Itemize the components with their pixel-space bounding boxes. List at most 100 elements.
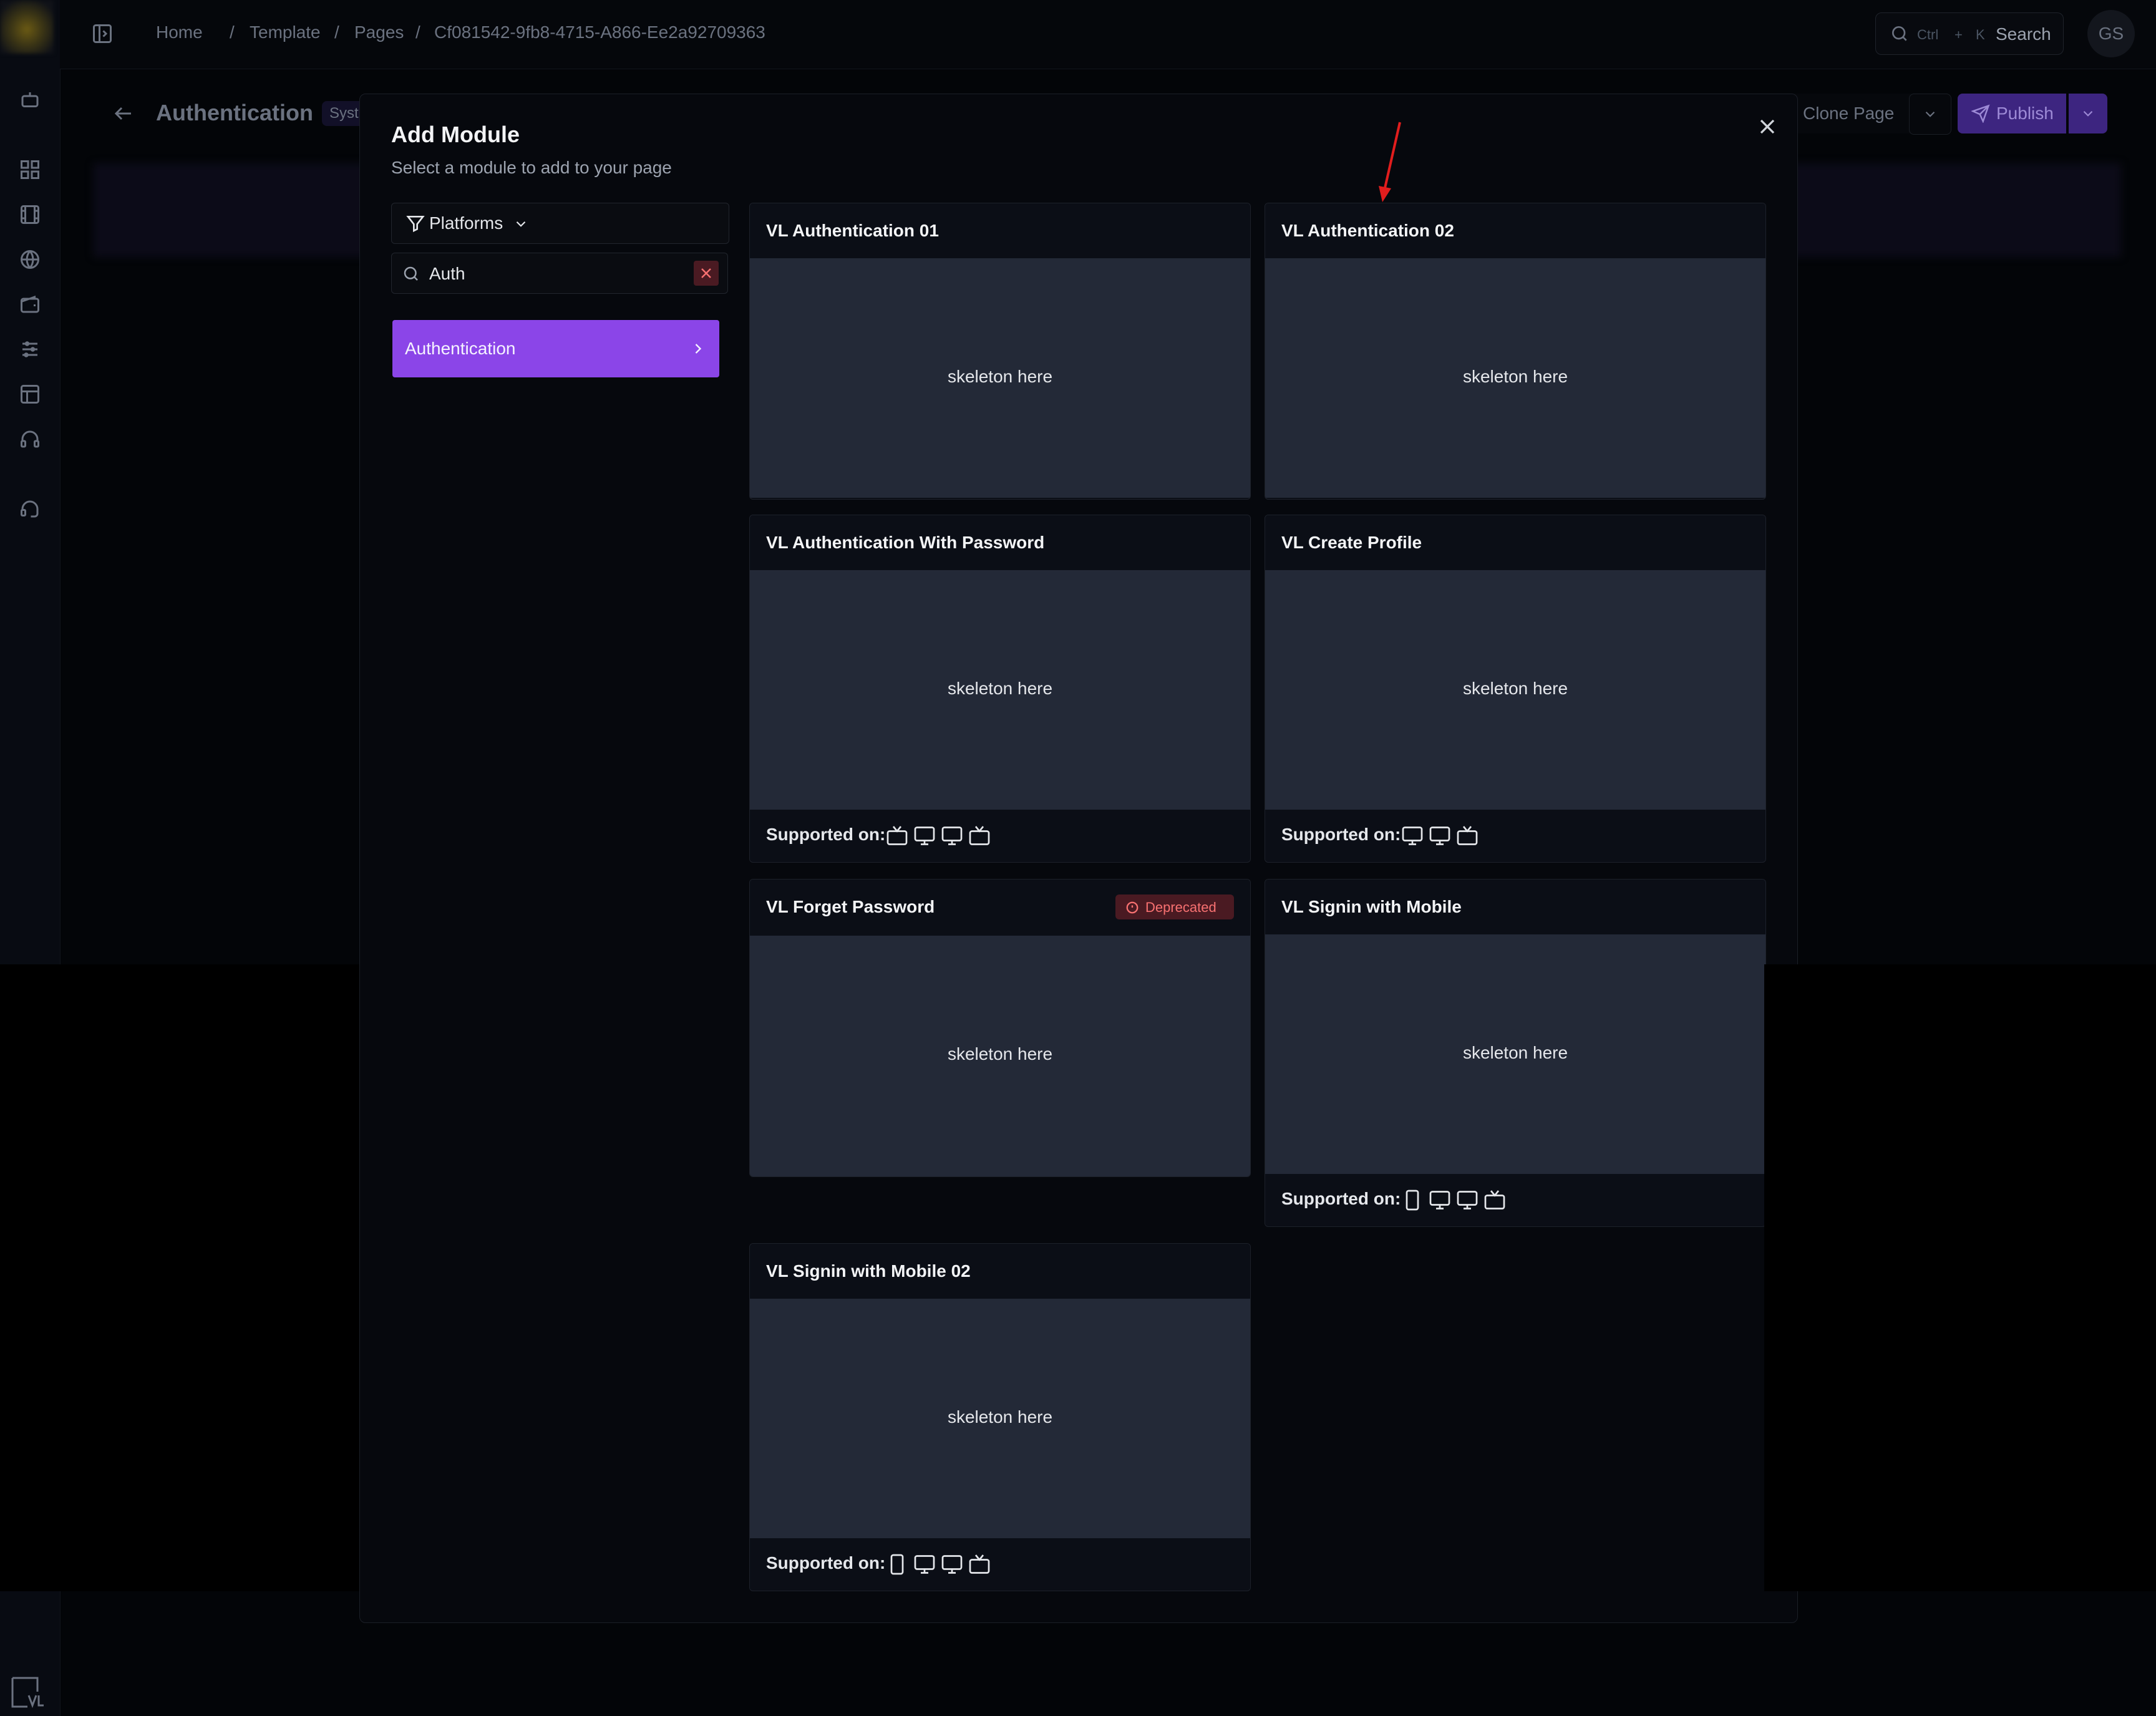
- publish-button[interactable]: Publish: [1958, 94, 2066, 133]
- card-header: VL Authentication 02: [1265, 203, 1765, 258]
- bot-icon[interactable]: [19, 89, 41, 111]
- tv-icon: [969, 1554, 990, 1574]
- page-title: Authentication: [156, 100, 313, 125]
- skeleton-placeholder: skeleton here: [947, 1407, 1053, 1427]
- module-card[interactable]: VL Authentication With Password skeleton…: [749, 515, 1251, 863]
- close-icon: [701, 268, 711, 278]
- platforms-label: Platforms: [429, 213, 503, 233]
- publish-label: Publish: [1996, 104, 2054, 123]
- search-icon: [1890, 24, 1910, 44]
- publish-options-button[interactable]: [2069, 94, 2107, 133]
- card-preview: skeleton here: [750, 570, 1250, 810]
- breadcrumb-home[interactable]: Home: [156, 22, 203, 42]
- card-header: VL Authentication With Password: [750, 515, 1250, 570]
- supported-on-label: Supported on:: [1281, 825, 1401, 844]
- wallet-icon[interactable]: [19, 293, 41, 316]
- breadcrumb-separator: /: [334, 22, 339, 42]
- close-button[interactable]: [1755, 114, 1780, 139]
- card-title: VL Create Profile: [1281, 533, 1422, 552]
- clear-search-button[interactable]: [694, 261, 719, 286]
- clone-page-label: Clone Page: [1803, 104, 1895, 123]
- desktop-icon: [941, 826, 963, 845]
- search-icon: [402, 264, 420, 283]
- deprecated-badge: Deprecated: [1115, 894, 1234, 919]
- dashboard-icon[interactable]: [19, 158, 41, 181]
- mobile-icon: [890, 1554, 904, 1575]
- module-card[interactable]: VL Authentication 02 skeleton here: [1265, 203, 1766, 500]
- support-icon[interactable]: [19, 498, 41, 520]
- card-title: VL Forget Password: [766, 897, 935, 916]
- card-header: VL Signin with Mobile 02: [750, 1244, 1250, 1299]
- supported-on-label: Supported on:: [1281, 1189, 1401, 1208]
- desktop-icon: [1429, 826, 1450, 845]
- back-arrow-icon[interactable]: [112, 102, 135, 125]
- breadcrumb-template[interactable]: Template: [250, 22, 321, 42]
- dialog-subtitle: Select a module to add to your page: [391, 158, 672, 177]
- category-authentication[interactable]: Authentication: [392, 320, 719, 377]
- module-card[interactable]: VL Signin with Mobile skeleton here Supp…: [1265, 879, 1766, 1227]
- breadcrumb-separator: /: [230, 22, 235, 42]
- chevron-down-icon: [1925, 111, 1935, 117]
- clone-options-button[interactable]: [1909, 94, 1951, 135]
- skeleton-placeholder: skeleton here: [1462, 679, 1568, 698]
- module-card[interactable]: VL Authentication 01 skeleton here: [749, 203, 1251, 500]
- layout-icon[interactable]: [19, 383, 41, 405]
- deprecated-label: Deprecated: [1145, 899, 1216, 915]
- alert-circle-icon: [1126, 901, 1139, 914]
- desktop-icon: [941, 1555, 963, 1574]
- search-label: Search: [1996, 24, 2051, 44]
- brand-mark-icon: [10, 1675, 45, 1710]
- chevron-down-icon: [513, 216, 529, 232]
- tv-icon: [1457, 826, 1478, 845]
- kbd-ctrl: Ctrl: [1917, 27, 1939, 42]
- card-preview: skeleton here: [750, 258, 1250, 498]
- platforms-filter-button[interactable]: Platforms: [391, 203, 729, 244]
- card-preview: skeleton here: [1265, 570, 1765, 810]
- kbd-plus: +: [1954, 27, 1963, 42]
- card-title: VL Authentication 01: [766, 221, 939, 240]
- card-title: VL Signin with Mobile 02: [766, 1261, 971, 1281]
- chevron-right-icon: [689, 340, 707, 357]
- skeleton-placeholder: skeleton here: [947, 367, 1053, 386]
- headphones-icon[interactable]: [19, 428, 41, 450]
- global-search[interactable]: Ctrl + K Search: [1875, 12, 2064, 55]
- card-preview: skeleton here: [1265, 934, 1765, 1174]
- category-label: Authentication: [405, 339, 516, 358]
- module-search-field[interactable]: [391, 253, 728, 294]
- clone-page-button[interactable]: Clone Page: [1792, 94, 1916, 133]
- user-avatar[interactable]: GS: [2087, 10, 2135, 57]
- module-card[interactable]: VL Create Profile skeleton here Supporte…: [1265, 515, 1766, 863]
- module-card[interactable]: VL Signin with Mobile 02 skeleton here S…: [749, 1243, 1251, 1591]
- sliders-icon[interactable]: [19, 338, 41, 361]
- card-header: VL Signin with Mobile: [1265, 880, 1765, 934]
- skeleton-placeholder: skeleton here: [947, 1044, 1053, 1064]
- desktop-icon: [1429, 1191, 1450, 1209]
- card-header: VL Authentication 01: [750, 203, 1250, 258]
- breadcrumb-page-id[interactable]: Cf081542-9fb8-4715-A866-Ee2a92709363: [434, 22, 765, 42]
- card-preview: skeleton here: [1265, 258, 1765, 498]
- send-icon: [1971, 104, 1990, 123]
- top-bar: Home / Template / Pages / Cf081542-9fb8-…: [60, 0, 2156, 69]
- breadcrumb-pages[interactable]: Pages: [354, 22, 404, 42]
- card-header: VL Forget Password Deprecated: [750, 880, 1250, 934]
- breadcrumb-separator: /: [415, 22, 420, 42]
- filter-icon: [405, 213, 425, 233]
- skeleton-placeholder: skeleton here: [1462, 367, 1568, 386]
- app-logo[interactable]: [0, 0, 54, 54]
- module-search-input[interactable]: [428, 258, 674, 289]
- film-icon[interactable]: [19, 203, 41, 226]
- occlusion-region: [1764, 964, 2156, 1591]
- card-footer: Supported on:: [1265, 1174, 1765, 1225]
- dialog-title: Add Module: [391, 122, 520, 147]
- app-root: Home / Template / Pages / Cf081542-9fb8-…: [0, 0, 2156, 1716]
- card-footer: Supported on:: [1265, 810, 1765, 861]
- card-preview: skeleton here: [750, 1299, 1250, 1538]
- sidebar-toggle-icon[interactable]: [91, 22, 114, 45]
- add-module-dialog: Add Module Select a module to add to you…: [359, 94, 1798, 1623]
- occlusion-region: [0, 964, 359, 1591]
- globe-icon[interactable]: [19, 248, 41, 271]
- module-card[interactable]: VL Forget Password Deprecated skeleton h…: [749, 879, 1251, 1177]
- card-preview: skeleton here: [750, 936, 1250, 1176]
- tv-icon: [886, 826, 908, 845]
- supported-on-label: Supported on:: [766, 825, 886, 844]
